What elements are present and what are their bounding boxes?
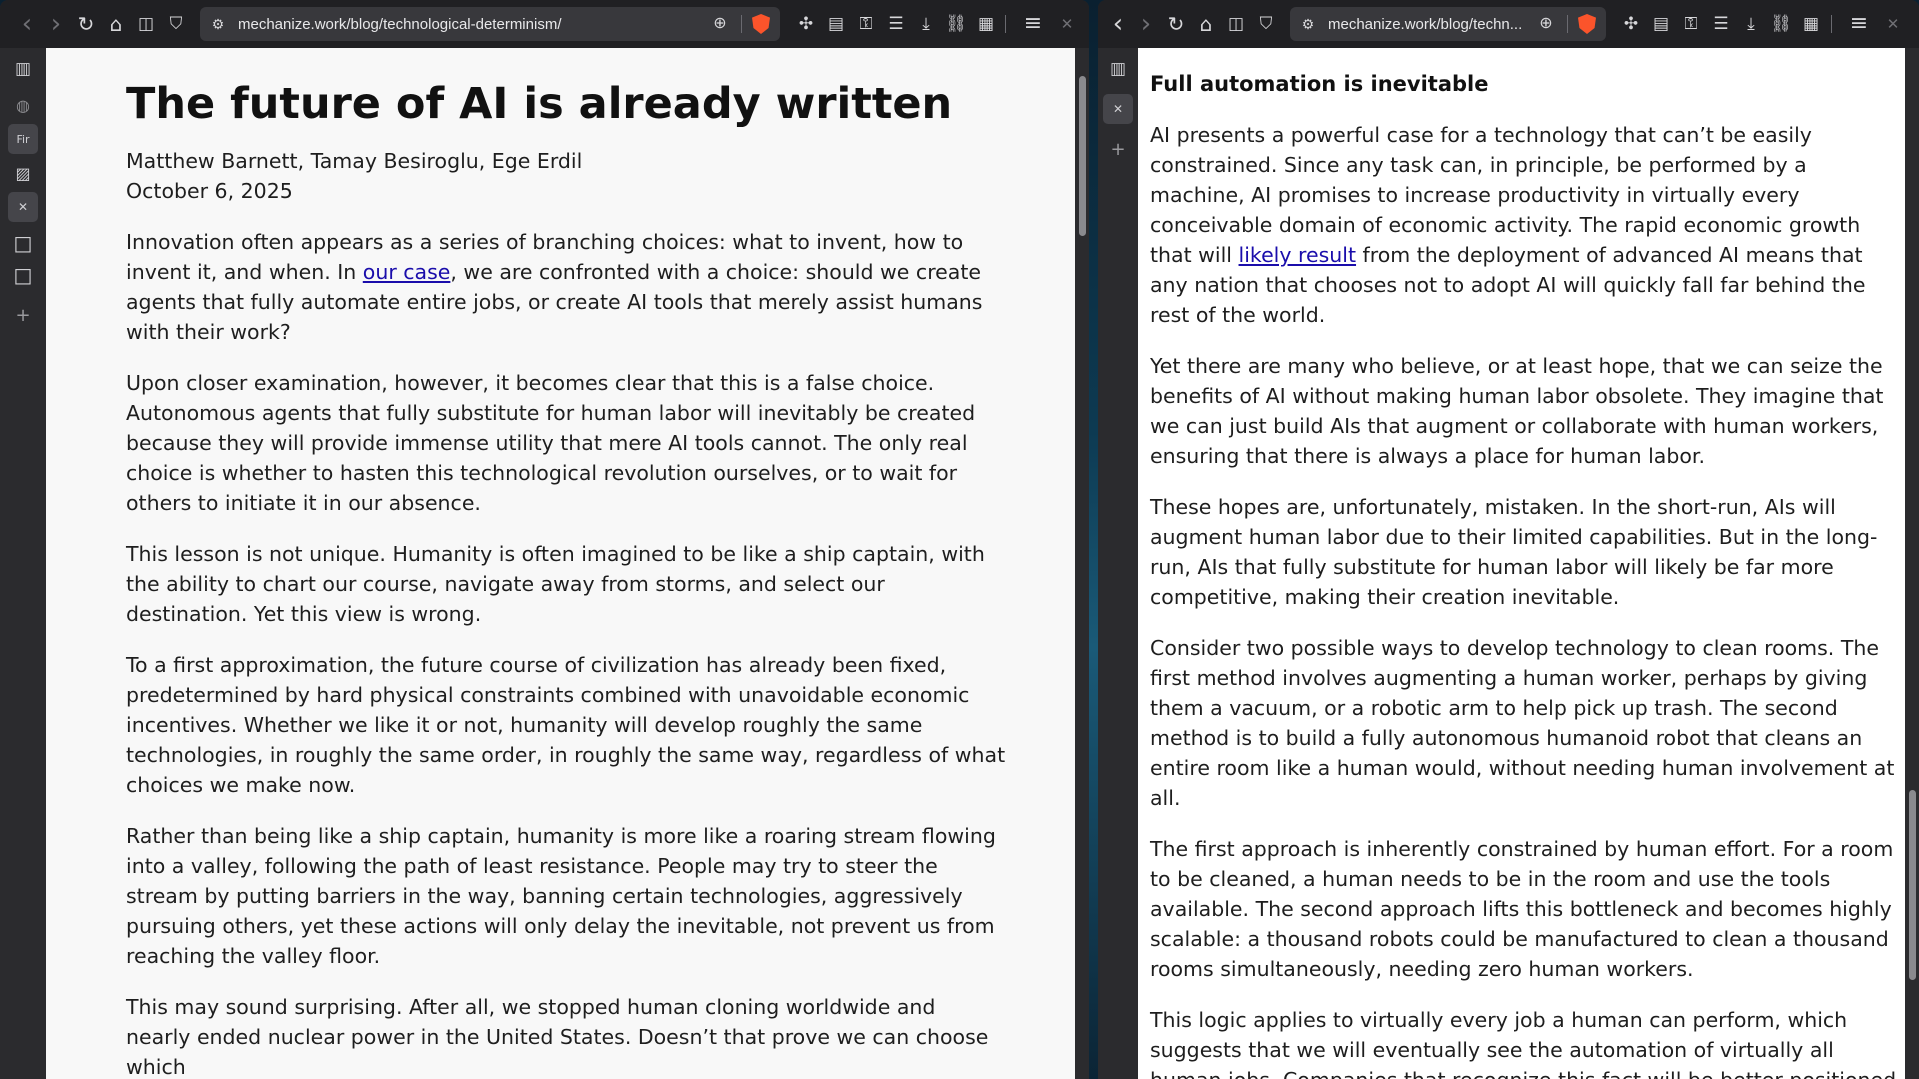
paragraph: These hopes are, unfortunately, mistaken…	[1150, 495, 1878, 609]
paragraph: Yet there are many who believe, or at le…	[1150, 354, 1884, 468]
scrollbar-thumb[interactable]	[1079, 76, 1086, 236]
address-bar[interactable]: ⚙ mechanize.work/blog/techn... ⊕	[1290, 7, 1606, 41]
separator	[1567, 15, 1568, 33]
reload-icon[interactable]: ↻	[1165, 13, 1187, 35]
browser-window-left: ‹ › ↻ ⌂ ◫ ⛉ ⚙ mechanize.work/blog/techno…	[0, 0, 1089, 1079]
article-date: October 6, 2025	[126, 179, 293, 203]
brave-shield-icon[interactable]	[1578, 14, 1596, 34]
paragraph: The first approach is inherently constra…	[1150, 837, 1894, 981]
paragraph: AI presents a powerful case for a techno…	[1150, 120, 1900, 330]
reading-list-icon[interactable]: ☰	[885, 13, 907, 35]
split-view-icon[interactable]: ◫	[1225, 13, 1247, 35]
paragraph: This lesson is not unique. Humanity is o…	[126, 542, 985, 626]
reading-list-icon[interactable]: ☰	[1710, 13, 1732, 35]
tab-square-icon[interactable]: □	[8, 228, 38, 258]
reader-mode-icon[interactable]: ▤	[1650, 13, 1672, 35]
new-tab-icon[interactable]: +	[8, 300, 38, 330]
paragraph: Innovation often appears as a series of …	[126, 227, 1006, 347]
close-icon[interactable]: ✕	[1056, 13, 1078, 35]
download-icon[interactable]: ⤓	[915, 13, 937, 35]
sidebar-toggle-icon[interactable]: ▥	[8, 54, 38, 84]
home-icon[interactable]: ⌂	[105, 13, 127, 35]
paragraph: This logic applies to virtually every jo…	[1150, 1008, 1896, 1079]
paragraph: Upon closer examination, however, it bec…	[126, 371, 976, 515]
copy-link-icon[interactable]: ⛓	[945, 13, 967, 35]
copy-link-icon[interactable]: ⛓	[1770, 13, 1792, 35]
browser-window-right: ‹ › ↻ ⌂ ◫ ⛉ ⚙ mechanize.work/blog/techn.…	[1098, 0, 1919, 1079]
reader-mode-icon[interactable]: ▤	[825, 13, 847, 35]
article-authors: Matthew Barnett, Tamay Besiroglu, Ege Er…	[126, 149, 583, 173]
toolbar: ‹ › ↻ ⌂ ◫ ⛉ ⚙ mechanize.work/blog/techno…	[0, 0, 1089, 48]
tab-square-icon[interactable]: □	[8, 260, 38, 290]
back-icon[interactable]: ‹	[1107, 11, 1129, 37]
vertical-tab-sidebar: ▥ ✕ +	[1098, 48, 1138, 1079]
sidebar-toggle-icon[interactable]: ▥	[1103, 54, 1133, 84]
article: Full automation is inevitable AI present…	[1150, 69, 1900, 1079]
password-key-icon[interactable]: ⚿	[1680, 13, 1702, 35]
paragraph: Rather than being like a ship captain, h…	[126, 824, 996, 968]
zoom-icon[interactable]: ⊕	[709, 13, 731, 35]
back-icon[interactable]: ‹	[16, 11, 38, 37]
site-info-icon[interactable]: ⚙	[1300, 13, 1316, 35]
section-heading: Full automation is inevitable	[1150, 72, 1489, 96]
paragraph: Consider two possible ways to develop te…	[1150, 636, 1895, 810]
address-bar[interactable]: ⚙ mechanize.work/blog/technological-dete…	[200, 7, 780, 41]
vertical-tab-sidebar: ▥ ◍ Fir ▨ ✕ □ □ +	[0, 48, 46, 1079]
download-icon[interactable]: ⤓	[1740, 13, 1762, 35]
separator	[1831, 15, 1832, 33]
article-title: The future of AI is already written	[126, 79, 953, 129]
paragraph: This may sound surprising. After all, we…	[126, 995, 989, 1079]
menu-icon[interactable]: ≡	[1848, 13, 1870, 35]
page-content: Full automation is inevitable AI present…	[1138, 48, 1905, 1079]
scrollbar[interactable]	[1075, 48, 1089, 1079]
reload-icon[interactable]: ↻	[75, 13, 97, 35]
paragraph: To a first approximation, the future cou…	[126, 653, 1006, 797]
extensions-icon[interactable]: ✣	[1620, 13, 1642, 35]
url-text: mechanize.work/blog/techn...	[1328, 15, 1523, 33]
tab-active[interactable]: Fir	[8, 124, 38, 154]
article: The future of AI is already written Matt…	[126, 78, 1006, 1079]
tab-label: Fir	[16, 132, 30, 146]
forward-icon[interactable]: ›	[45, 11, 67, 37]
toolbar: ‹ › ↻ ⌂ ◫ ⛉ ⚙ mechanize.work/blog/techn.…	[1098, 0, 1919, 48]
scrollbar-thumb[interactable]	[1909, 790, 1916, 980]
bookmark-icon[interactable]: ⛉	[165, 13, 187, 35]
new-tab-icon[interactable]: +	[1103, 134, 1133, 164]
tab-favicon-image-icon[interactable]: ▨	[8, 158, 38, 188]
close-icon[interactable]: ✕	[1882, 13, 1904, 35]
split-view-icon[interactable]: ◫	[135, 13, 157, 35]
page-content: The future of AI is already written Matt…	[46, 48, 1075, 1079]
scrollbar[interactable]	[1905, 48, 1919, 1079]
password-key-icon[interactable]: ⚿	[855, 13, 877, 35]
forward-icon[interactable]: ›	[1135, 11, 1157, 37]
site-info-icon[interactable]: ⚙	[210, 13, 226, 35]
extensions-icon[interactable]: ✣	[795, 13, 817, 35]
brave-shield-icon[interactable]	[752, 14, 770, 34]
separator	[1005, 15, 1006, 33]
tab-close-icon[interactable]: ✕	[1103, 94, 1133, 124]
qr-code-icon[interactable]: ▦	[975, 13, 997, 35]
likely-result-link[interactable]: likely result	[1239, 243, 1357, 267]
separator	[741, 15, 742, 33]
qr-code-icon[interactable]: ▦	[1800, 13, 1822, 35]
home-icon[interactable]: ⌂	[1195, 13, 1217, 35]
our-case-link[interactable]: our case	[363, 260, 451, 284]
tab-favicon-globe-icon[interactable]: ◍	[8, 90, 38, 120]
zoom-icon[interactable]: ⊕	[1535, 13, 1557, 35]
menu-icon[interactable]: ≡	[1022, 13, 1044, 35]
url-text: mechanize.work/blog/technological-determ…	[238, 15, 562, 33]
tab-close-icon[interactable]: ✕	[8, 192, 38, 222]
bookmark-icon[interactable]: ⛉	[1255, 13, 1277, 35]
